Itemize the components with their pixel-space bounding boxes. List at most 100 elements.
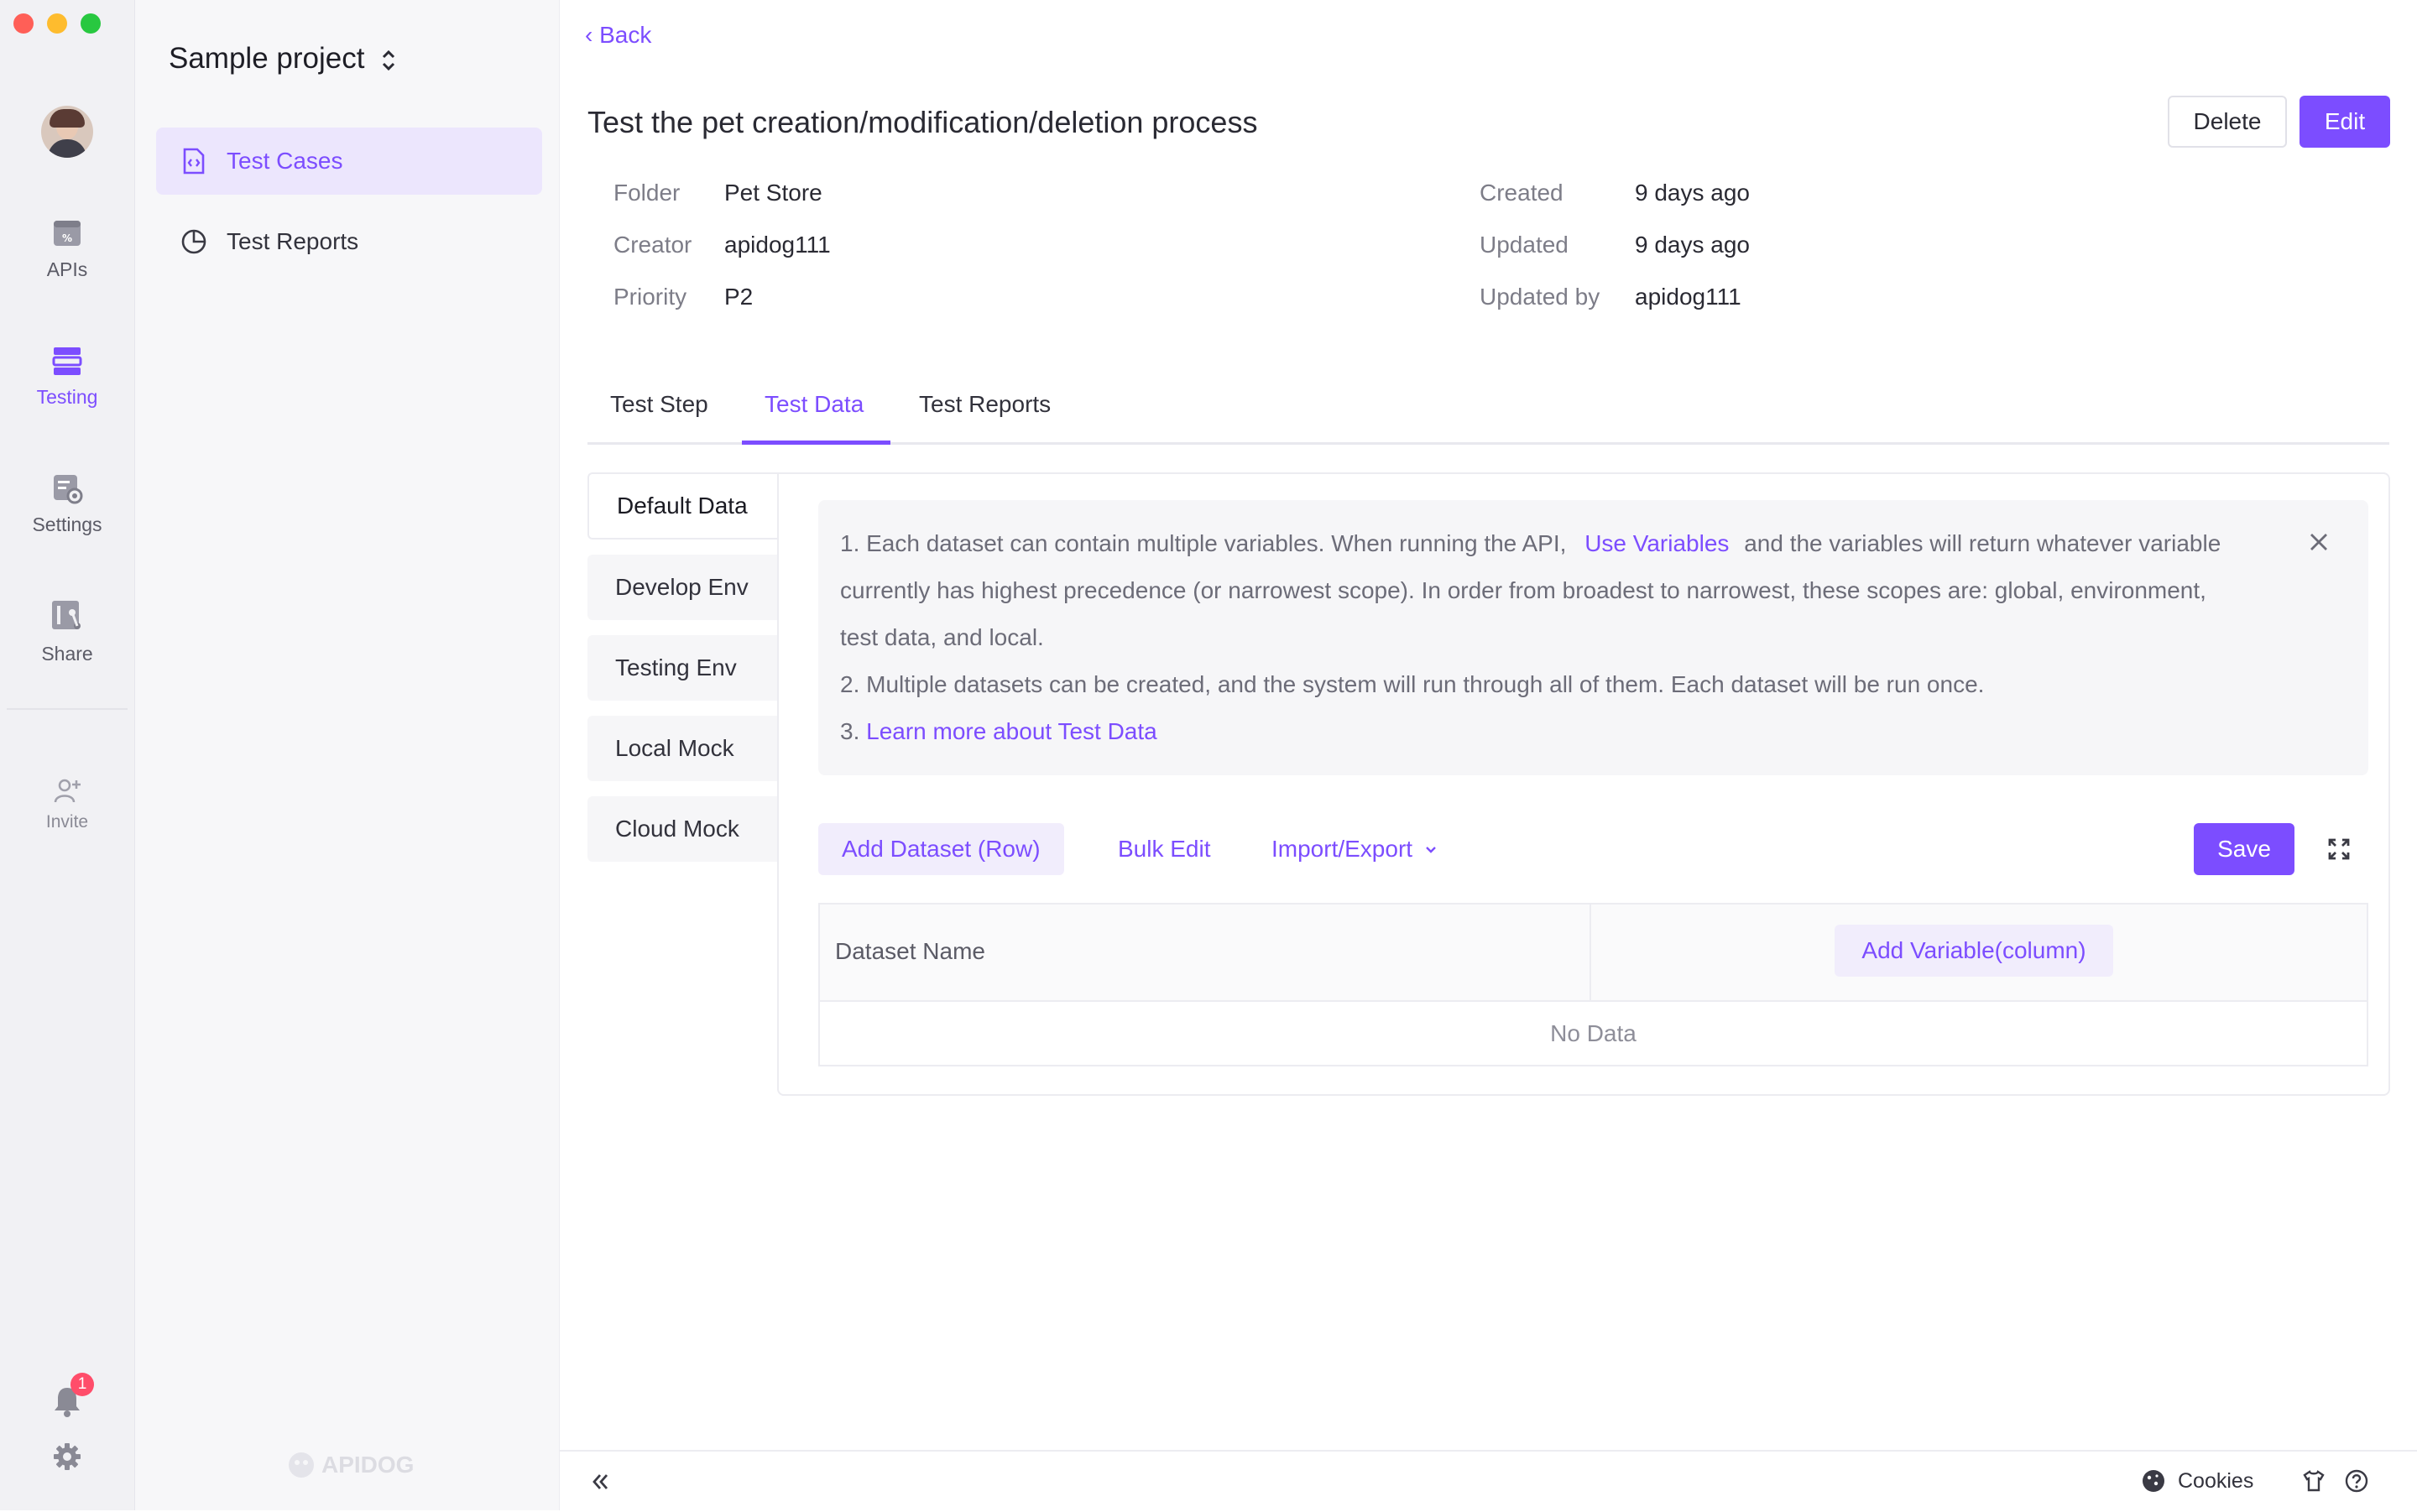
rail-item-label: APIs (46, 258, 88, 280)
brand-watermark-text: APIDOG (321, 1452, 415, 1478)
sidebar-item-test-cases[interactable]: Test Cases (156, 128, 542, 195)
env-testing[interactable]: Testing Env (587, 635, 777, 701)
close-window-button[interactable] (13, 13, 34, 34)
env-label: Default Data (617, 493, 748, 519)
folder-value: Pet Store (724, 180, 822, 206)
chevron-left-icon: ‹ (585, 22, 600, 48)
project-switcher[interactable]: Sample project (169, 42, 398, 76)
cookies-button[interactable]: Cookies (2141, 1468, 2253, 1494)
rail-item-label: Testing (36, 386, 98, 408)
test-data-info-box: 1. Each dataset can contain multiple var… (818, 500, 2368, 775)
env-label: Local Mock (615, 735, 734, 761)
chevron-down-icon (1426, 847, 1436, 853)
tab-test-data[interactable]: Test Data (765, 391, 864, 418)
env-label: Cloud Mock (615, 816, 739, 842)
add-variable-button[interactable]: Add Variable(column) (1835, 925, 2113, 977)
rail-item-label: Share (41, 643, 93, 665)
add-variable-label: Add Variable(column) (1861, 937, 2086, 963)
add-dataset-label: Add Dataset (Row) (842, 836, 1041, 862)
sidebar-item-label: Test Reports (227, 228, 359, 254)
created-value: 9 days ago (1635, 180, 1750, 206)
creator-value: apidog111 (724, 232, 831, 258)
sidebar-item-test-reports[interactable]: Test Reports (156, 208, 542, 275)
cookies-label: Cookies (2178, 1468, 2254, 1493)
rail-item-share[interactable]: Share (0, 597, 134, 665)
close-icon[interactable] (2307, 530, 2331, 554)
learn-more-test-data-link[interactable]: Learn more about Test Data (866, 718, 1157, 744)
share-icon (52, 601, 81, 629)
active-tab-indicator (742, 441, 890, 445)
table-header: Dataset Name Add Variable(column) (820, 905, 2367, 1002)
delete-button[interactable]: Delete (2168, 96, 2287, 148)
info-text: 3. (840, 718, 860, 744)
testing-icon (52, 347, 82, 375)
env-default-data[interactable]: Default Data (587, 472, 777, 540)
maximize-window-button[interactable] (81, 13, 101, 34)
tab-test-reports[interactable]: Test Reports (919, 391, 1051, 418)
env-label: Testing Env (615, 654, 737, 680)
collapse-sidebar-icon[interactable] (588, 1470, 612, 1494)
dataset-table: Dataset Name Add Variable(column) No Dat… (818, 903, 2368, 1066)
save-button[interactable]: Save (2194, 823, 2294, 875)
edit-button[interactable]: Edit (2300, 96, 2390, 148)
updated-label: Updated (1480, 232, 1569, 258)
settings-icon (54, 475, 83, 504)
rail-item-testing[interactable]: Testing (0, 344, 134, 409)
priority-label: Priority (613, 284, 687, 310)
page-title: Test the pet creation/modification/delet… (587, 105, 1258, 139)
import-export-label: Import/Export (1271, 836, 1413, 862)
add-dataset-button[interactable]: Add Dataset (Row) (818, 823, 1064, 875)
env-develop[interactable]: Develop Env (587, 555, 777, 620)
app-rail: % APIs Testing Settings Share Invite 1 (0, 0, 135, 1510)
sidebar-item-label: Test Cases (227, 148, 343, 174)
bottom-status-bar: Cookies (560, 1450, 2417, 1512)
back-link[interactable]: ‹ Back (585, 22, 651, 49)
apidog-watermark: APIDOG (286, 1450, 414, 1480)
invite-button[interactable]: Invite (0, 775, 134, 832)
apis-icon: % (54, 221, 81, 246)
rail-divider (7, 708, 128, 710)
rail-item-apis[interactable]: % APIs (0, 216, 134, 281)
add-user-icon (54, 779, 81, 803)
use-variables-link[interactable]: Use Variables (1584, 530, 1729, 556)
updated-by-value: apidog111 (1635, 284, 1741, 310)
pie-chart-icon (181, 229, 206, 254)
env-label: Develop Env (615, 574, 749, 600)
help-icon[interactable] (2344, 1468, 2369, 1494)
chevron-up-down-icon (383, 50, 395, 70)
updated-value: 9 days ago (1635, 232, 1750, 258)
edit-label: Edit (2324, 108, 2366, 134)
rail-item-settings[interactable]: Settings (0, 472, 134, 536)
avatar[interactable] (41, 106, 93, 158)
created-label: Created (1480, 180, 1563, 206)
env-local-mock[interactable]: Local Mock (587, 716, 777, 781)
svg-text:%: % (62, 232, 72, 244)
tab-test-step[interactable]: Test Step (610, 391, 708, 418)
updated-by-label: Updated by (1480, 284, 1600, 310)
info-text: 1. Each dataset can contain multiple var… (840, 530, 1567, 556)
env-cloud-mock[interactable]: Cloud Mock (587, 796, 777, 862)
save-label: Save (2217, 836, 2271, 862)
preferences-button[interactable] (52, 1442, 82, 1472)
bulk-edit-label: Bulk Edit (1118, 836, 1211, 862)
column-header-dataset-name: Dataset Name (835, 938, 985, 964)
back-label: Back (599, 22, 652, 48)
bulk-edit-button[interactable]: Bulk Edit (1118, 823, 1211, 875)
minimize-window-button[interactable] (47, 13, 67, 34)
info-line-3: test data, and local. (840, 624, 1044, 650)
main-content: ‹ Back Test the pet creation/modificatio… (560, 0, 2417, 1512)
info-line-4: 2. Multiple datasets can be created, and… (840, 671, 1985, 697)
info-line-5: 3. Learn more about Test Data (840, 718, 1157, 745)
project-name: Sample project (169, 42, 365, 75)
import-export-dropdown[interactable]: Import/Export (1271, 823, 1439, 875)
notifications-button[interactable]: 1 (52, 1373, 94, 1418)
info-line-1: 1. Each dataset can contain multiple var… (840, 530, 2221, 557)
test-case-file-icon (183, 148, 205, 175)
shirt-theme-icon[interactable] (2301, 1468, 2326, 1494)
delete-label: Delete (2193, 108, 2262, 134)
invite-label: Invite (45, 812, 89, 832)
project-sidebar: Sample project Test Cases Test Reports A… (135, 0, 560, 1510)
rail-item-label: Settings (32, 514, 102, 535)
info-line-2: currently has highest precedence (or nar… (840, 577, 2206, 603)
fullscreen-icon[interactable] (2327, 837, 2351, 861)
